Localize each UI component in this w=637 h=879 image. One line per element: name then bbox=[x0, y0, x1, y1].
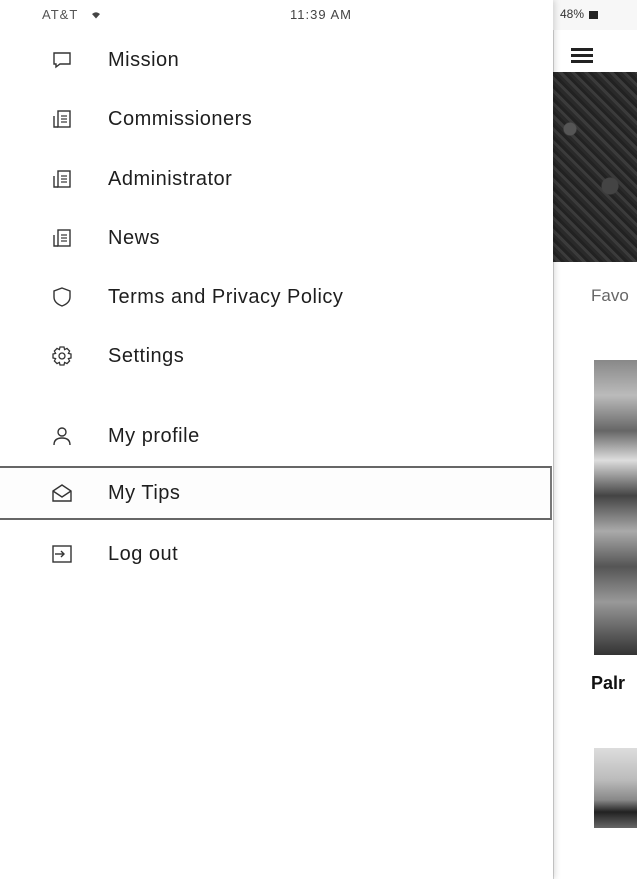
hamburger-menu-icon[interactable] bbox=[571, 48, 593, 63]
menu-item-terms-and-privacy[interactable]: Terms and Privacy Policy bbox=[0, 272, 552, 322]
menu-item-label: Mission bbox=[108, 48, 180, 71]
menu-item-label: Settings bbox=[108, 344, 185, 367]
menu-item-news[interactable]: News bbox=[0, 213, 552, 263]
status-time: 11:39 AM bbox=[290, 7, 352, 22]
menu-item-commissioners[interactable]: Commissioners bbox=[0, 94, 552, 144]
shield-icon bbox=[50, 285, 74, 309]
hero-image bbox=[540, 72, 637, 262]
menu-item-label: Administrator bbox=[108, 167, 233, 190]
document-list-icon bbox=[50, 226, 74, 250]
carrier-label: AT&T bbox=[42, 7, 101, 22]
card-image-secondary[interactable] bbox=[594, 748, 637, 828]
main-content-panel: Favo Palr bbox=[540, 30, 637, 879]
menu-item-label: News bbox=[108, 226, 161, 249]
log-out-icon bbox=[50, 542, 74, 566]
envelope-open-icon bbox=[50, 481, 74, 505]
menu-item-log-out[interactable]: Log out bbox=[0, 529, 552, 579]
navigation-drawer: Mission Commissioners Administrator News bbox=[0, 0, 553, 879]
battery-indicator: 48% bbox=[560, 7, 599, 21]
menu-item-label: My profile bbox=[108, 424, 200, 447]
favorites-section-label: Favo bbox=[591, 286, 629, 305]
carrier-text: AT&T bbox=[42, 7, 79, 22]
card-title[interactable]: Palr bbox=[591, 673, 625, 694]
menu-item-my-tips[interactable]: My Tips bbox=[0, 466, 552, 520]
chat-bubble-icon bbox=[50, 48, 74, 72]
gear-icon bbox=[50, 344, 74, 368]
status-bar: AT&T 11:39 AM 48% bbox=[0, 0, 637, 30]
wifi-icon bbox=[91, 12, 100, 19]
app-frame: AT&T 11:39 AM 48% Favo Palr Mission Comm… bbox=[0, 0, 637, 879]
menu-item-my-profile[interactable]: My profile bbox=[0, 411, 552, 461]
menu-item-label: Commissioners bbox=[108, 107, 253, 130]
menu-item-label: Log out bbox=[108, 542, 179, 565]
battery-text: 48% bbox=[560, 7, 585, 21]
menu-item-settings[interactable]: Settings bbox=[0, 331, 552, 381]
menu-item-mission[interactable]: Mission bbox=[0, 35, 552, 85]
person-icon bbox=[50, 424, 74, 448]
document-list-icon bbox=[50, 167, 74, 191]
card-image[interactable] bbox=[594, 360, 637, 655]
menu-item-label: Terms and Privacy Policy bbox=[108, 285, 344, 308]
battery-icon bbox=[589, 10, 599, 19]
document-list-icon bbox=[50, 107, 74, 131]
menu-item-label: My Tips bbox=[108, 481, 181, 504]
menu-item-administrator[interactable]: Administrator bbox=[0, 154, 552, 204]
